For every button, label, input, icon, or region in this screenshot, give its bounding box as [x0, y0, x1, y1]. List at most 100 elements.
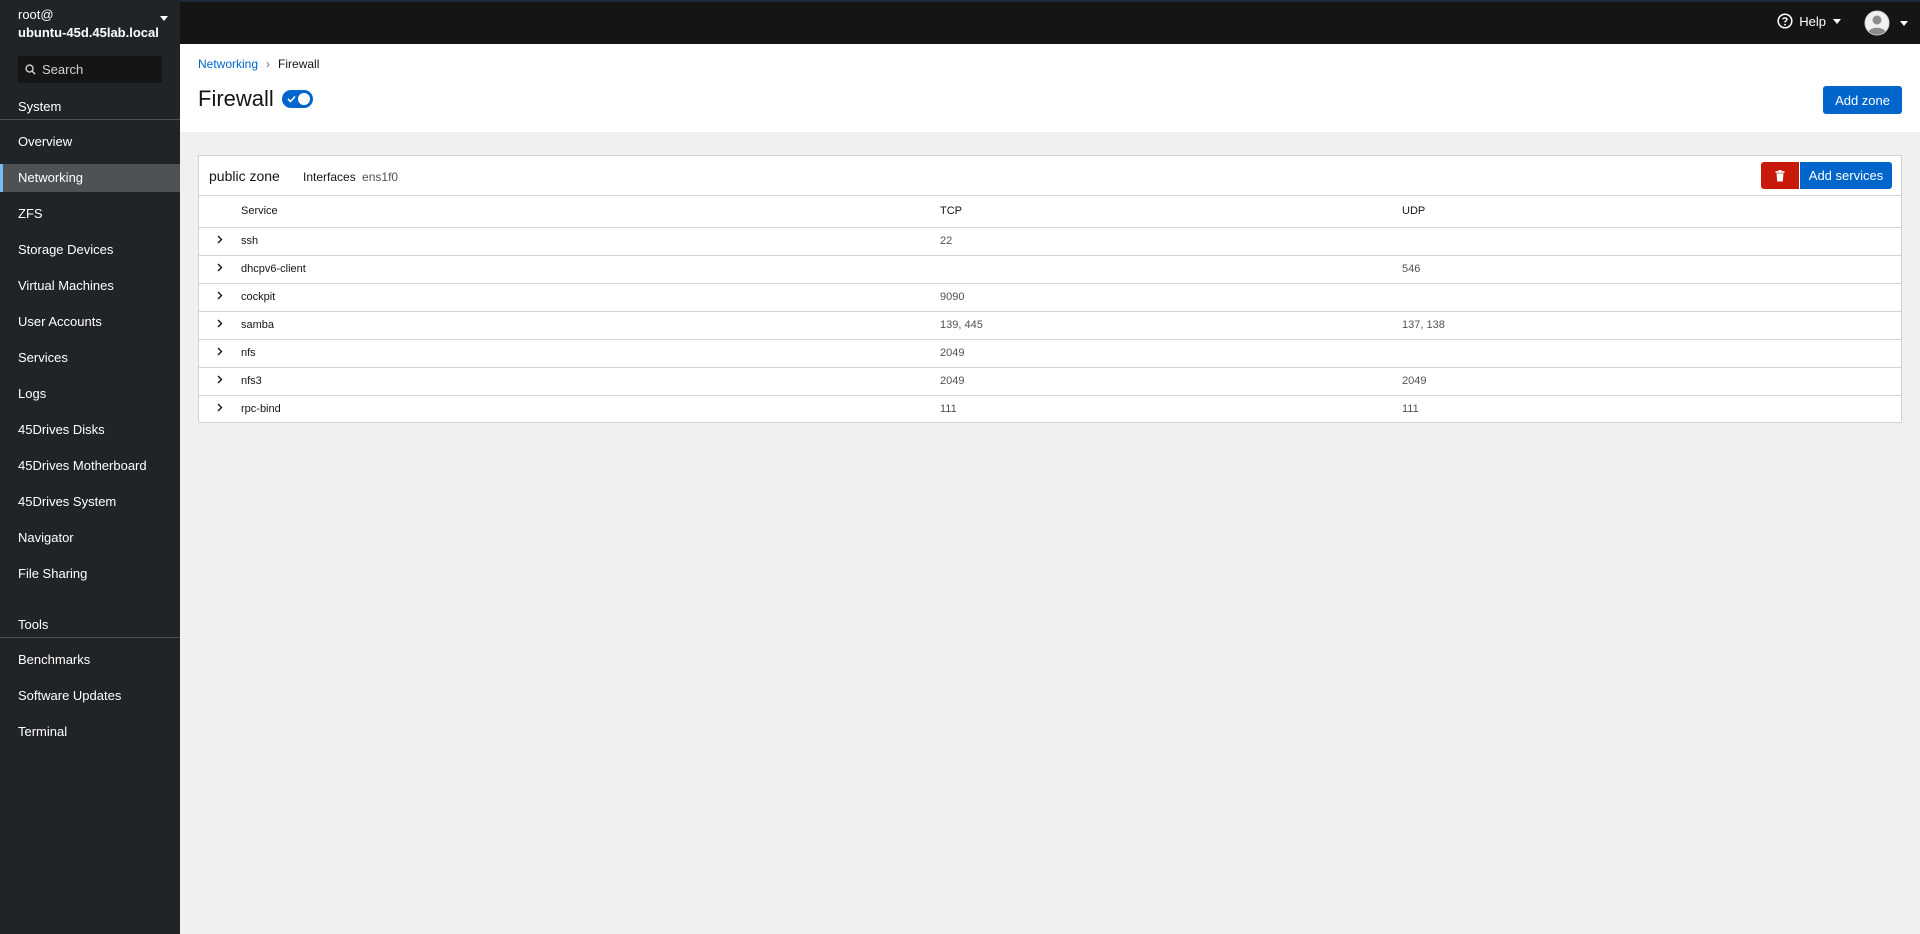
- tcp-ports-cell: 139, 445: [940, 311, 1402, 340]
- sidebar-item-45drives-disks[interactable]: 45Drives Disks: [0, 416, 180, 444]
- sidebar-item-software-updates[interactable]: Software Updates: [0, 682, 180, 710]
- udp-ports-cell: 111: [1402, 403, 1419, 416]
- sidebar-item-45drives-motherboard[interactable]: 45Drives Motherboard: [0, 452, 180, 480]
- udp-ports-cell: [1402, 283, 1901, 312]
- table-row: samba 139, 445 137, 138: [199, 311, 1901, 340]
- service-name-cell: rpc-bind: [241, 403, 281, 416]
- topbar: Help: [180, 0, 1920, 44]
- breadcrumb-current: Firewall: [278, 57, 320, 71]
- tcp-ports-cell: 9090: [940, 283, 1402, 312]
- sidebar-item-storage-devices[interactable]: Storage Devices: [0, 236, 180, 264]
- add-zone-button[interactable]: Add zone: [1823, 86, 1902, 114]
- check-icon: [287, 95, 296, 103]
- udp-column-header: UDP: [1402, 196, 1901, 228]
- chevron-right-icon: ›: [266, 57, 271, 71]
- tcp-ports-cell: 111: [940, 403, 957, 416]
- help-icon: [1777, 13, 1793, 29]
- chevron-right-icon: [217, 235, 223, 244]
- table-row: nfs3 2049 2049: [199, 367, 1901, 396]
- search-input[interactable]: [42, 62, 152, 77]
- sidebar-item-zfs[interactable]: ZFS: [0, 200, 180, 228]
- page-title: Firewall: [198, 86, 274, 111]
- tcp-ports-cell: [940, 255, 1402, 284]
- udp-ports-cell: 546: [1402, 255, 1901, 284]
- caret-down-icon: [160, 16, 168, 21]
- expand-column-header: [199, 196, 241, 228]
- firewall-toggle[interactable]: [282, 90, 313, 108]
- interfaces-label: Interfaces: [303, 170, 356, 184]
- sidebar-item-virtual-machines[interactable]: Virtual Machines: [0, 272, 180, 300]
- chevron-right-icon: [217, 403, 223, 412]
- zone-header: public zone Interfaces ens1f0 Add servic…: [199, 156, 1901, 196]
- chevron-right-icon: [217, 263, 223, 272]
- udp-ports-cell: 2049: [1402, 367, 1901, 396]
- tcp-column-header: TCP: [940, 196, 1402, 228]
- sidebar-item-navigator[interactable]: Navigator: [0, 524, 180, 552]
- service-name-cell: nfs3: [241, 367, 940, 396]
- table-header-row: Service TCP UDP: [199, 196, 1901, 228]
- user-menu[interactable]: [1864, 10, 1908, 36]
- udp-ports-cell: 137, 138: [1402, 311, 1901, 340]
- expand-row-toggle[interactable]: [199, 395, 241, 423]
- expand-row-toggle[interactable]: [199, 367, 241, 396]
- services-table: Service TCP UDP ssh 22 dhcpv6-client 546 coc…: [199, 196, 1901, 423]
- expand-row-toggle[interactable]: [199, 227, 241, 256]
- chevron-right-icon: [217, 347, 223, 356]
- trash-icon: [1775, 169, 1785, 181]
- tcp-ports-cell: 2049: [940, 367, 1402, 396]
- service-column-header: Service: [241, 196, 940, 228]
- expand-row-toggle[interactable]: [199, 311, 241, 340]
- zone-interfaces: Interfaces ens1f0: [303, 170, 398, 184]
- service-name-cell: nfs: [241, 339, 940, 368]
- services-body: ssh 22 dhcpv6-client 546 cockpit 9090 samba 139…: [199, 227, 1901, 423]
- sidebar-item-overview[interactable]: Overview: [0, 128, 180, 156]
- chevron-right-icon: [217, 375, 223, 384]
- search-box[interactable]: [18, 56, 162, 83]
- caret-down-icon: [1833, 18, 1841, 24]
- expand-row-toggle[interactable]: [199, 283, 241, 312]
- table-row: nfs 2049: [199, 339, 1901, 368]
- help-menu[interactable]: Help: [1777, 13, 1841, 29]
- sidebar: root@ ubuntu-45d.45lab.local System Over…: [0, 0, 180, 934]
- caret-down-icon: [1900, 20, 1908, 26]
- sidebar-item-services[interactable]: Services: [0, 344, 180, 372]
- service-name-cell: samba: [241, 311, 940, 340]
- udp-ports-cell: [1402, 227, 1901, 256]
- table-row: cockpit 9090: [199, 283, 1901, 312]
- expand-row-toggle[interactable]: [199, 255, 241, 284]
- breadcrumb: Networking › Firewall: [198, 57, 319, 71]
- service-name-cell: ssh: [241, 227, 940, 256]
- help-label: Help: [1799, 13, 1826, 29]
- chevron-right-icon: [217, 291, 223, 300]
- sidebar-item-file-sharing[interactable]: File Sharing: [0, 560, 180, 588]
- udp-ports-cell: [1402, 339, 1901, 368]
- service-name-cell: cockpit: [241, 283, 940, 312]
- sidebar-item-logs[interactable]: Logs: [0, 380, 180, 408]
- page-header: Networking › Firewall Firewall Add zone: [180, 44, 1920, 132]
- sidebar-item-45drives-system[interactable]: 45Drives System: [0, 488, 180, 516]
- sidebar-item-terminal[interactable]: Terminal: [0, 718, 180, 746]
- tcp-ports-cell: 22: [940, 227, 1402, 256]
- search-icon: [25, 64, 36, 75]
- expand-row-toggle[interactable]: [199, 339, 241, 368]
- breadcrumb-networking-link[interactable]: Networking: [198, 57, 258, 71]
- zone-card: public zone Interfaces ens1f0 Add servic…: [198, 155, 1902, 423]
- nav-section-tools: Tools: [0, 612, 180, 638]
- tcp-ports-cell: 2049: [940, 339, 1402, 368]
- nav-section-system: System: [0, 94, 180, 120]
- sidebar-item-networking[interactable]: Networking: [0, 164, 180, 192]
- add-services-button[interactable]: Add services: [1800, 162, 1892, 189]
- host-name: ubuntu-45d.45lab.local: [18, 25, 159, 40]
- host-switcher[interactable]: root@ ubuntu-45d.45lab.local: [0, 0, 180, 44]
- host-user: root@: [18, 7, 54, 22]
- toggle-knob: [298, 93, 310, 105]
- sidebar-item-benchmarks[interactable]: Benchmarks: [0, 646, 180, 674]
- table-row: dhcpv6-client 546: [199, 255, 1901, 284]
- table-row: ssh 22: [199, 227, 1901, 256]
- avatar-icon: [1864, 10, 1890, 36]
- zone-name: public zone: [209, 168, 280, 184]
- delete-zone-button[interactable]: [1761, 162, 1799, 189]
- sidebar-item-user-accounts[interactable]: User Accounts: [0, 308, 180, 336]
- interfaces-value: ens1f0: [362, 170, 399, 184]
- chevron-right-icon: [217, 319, 223, 328]
